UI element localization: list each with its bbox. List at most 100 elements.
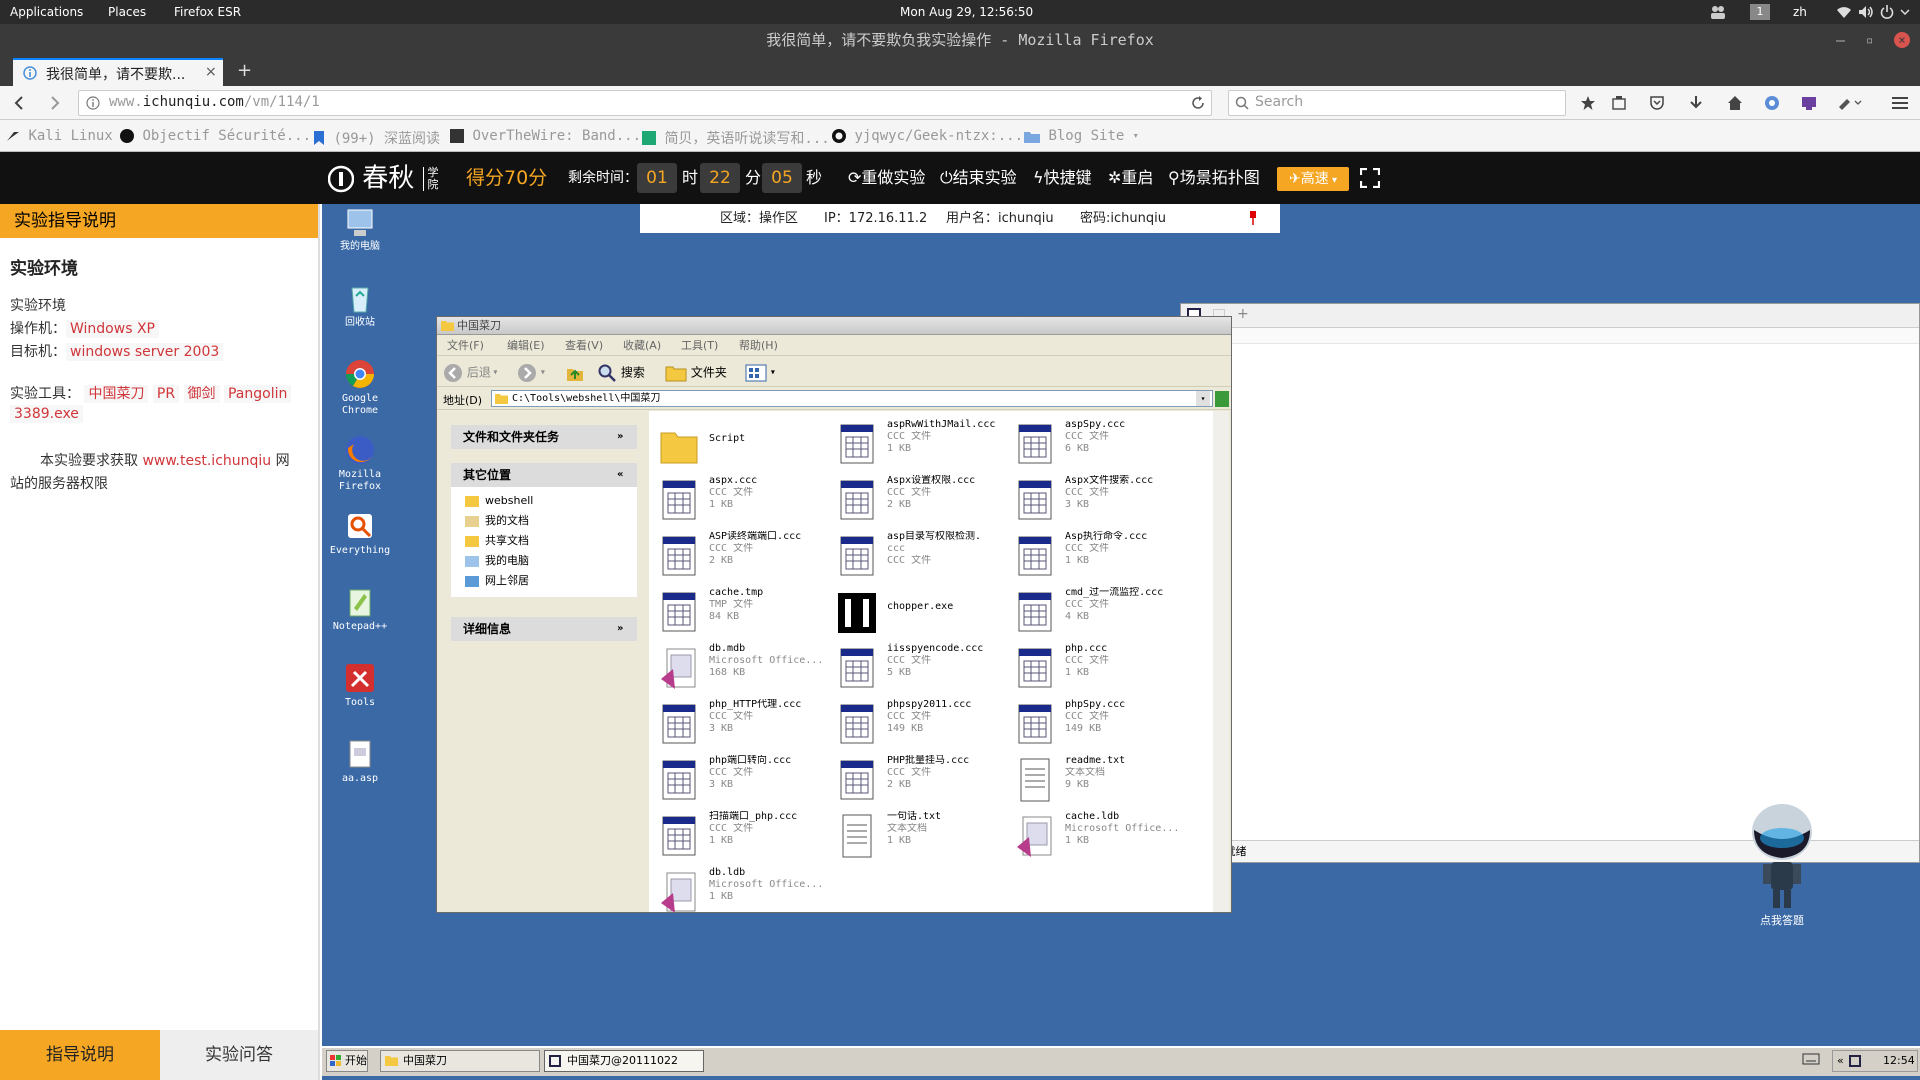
tools-desktop-icon[interactable]: Tools	[322, 662, 398, 709]
people-icon[interactable]	[1710, 5, 1726, 19]
reading-list-icon[interactable]	[1612, 96, 1626, 110]
reload-icon[interactable]	[1191, 96, 1205, 110]
pin-icon[interactable]	[1248, 211, 1258, 225]
file-tasks-header[interactable]: 文件和文件夹任务 »	[451, 425, 637, 449]
wifi-icon[interactable]	[1836, 5, 1852, 19]
workspace-indicator[interactable]: 1	[1750, 4, 1770, 20]
file-item[interactable]: cmd_过一流监控.ccc CCC 文件 4 KB	[1015, 587, 1191, 641]
menu-favorites[interactable]: 收藏(A)	[623, 336, 661, 356]
firefox-desktop-icon[interactable]: Mozilla Firefox	[322, 434, 398, 493]
menu-help[interactable]: 帮助(H)	[739, 336, 778, 356]
file-item[interactable]: 扫描端口_php.ccc CCC 文件 1 KB	[659, 811, 835, 865]
pocket-icon[interactable]	[1650, 96, 1664, 110]
chopper-tray-icon[interactable]	[1849, 1055, 1861, 1067]
everything-desktop-icon[interactable]: Everything	[322, 510, 398, 557]
recycle-bin-desktop-icon[interactable]: 回收站	[322, 282, 398, 329]
ichunqiu-logo[interactable]: 春秋 学院	[328, 152, 439, 204]
file-item[interactable]: cache.tmp TMP 文件 84 KB	[659, 587, 835, 641]
remote-desktop[interactable]: 区域：操作区 IP：172.16.11.2 用户名：ichunqiu 密码:ic…	[322, 204, 1920, 1080]
speed-dropdown[interactable]: ✈高速 ▾	[1277, 167, 1349, 191]
tab-active[interactable]: 我很简单，请不要欺... ×	[13, 58, 223, 86]
go-arrow-icon[interactable]	[1215, 391, 1229, 407]
places-menu[interactable]: Places	[108, 0, 146, 24]
back-button[interactable]: 后退 ▾	[443, 360, 497, 385]
bookmark-objectif[interactable]: Objectif Sécurité...	[120, 128, 311, 144]
bookmark-github[interactable]: yjqwyc/Geek-ntzx:...	[832, 128, 1023, 144]
hamburger-menu-icon[interactable]	[1892, 96, 1908, 110]
chevron-down-icon[interactable]	[1900, 5, 1910, 19]
clock[interactable]: Mon Aug 29, 12:56:50	[900, 0, 1033, 24]
menu-file[interactable]: 文件(F)	[447, 336, 484, 356]
start-button[interactable]: 开始	[326, 1050, 368, 1072]
download-icon[interactable]	[1689, 96, 1703, 110]
file-item[interactable]: Asp执行命令.ccc CCC 文件 1 KB	[1015, 531, 1191, 585]
file-item[interactable]: Aspx文件搜索.ccc CCC 文件 3 KB	[1015, 475, 1191, 529]
place-shared-documents[interactable]: 共享文档	[465, 531, 637, 551]
bookmark-star-icon[interactable]	[1581, 96, 1595, 110]
chrome-desktop-icon[interactable]: Google Chrome	[322, 358, 398, 417]
search-field[interactable]: Search	[1228, 90, 1566, 116]
file-item[interactable]: PHP批量挂马.ccc CCC 文件 2 KB	[837, 755, 1013, 809]
address-field[interactable]: C:\Tools\webshell\中国菜刀 ▾	[491, 390, 1213, 407]
bookmark-deepblue[interactable]: (99+) 深蓝阅读	[313, 128, 440, 148]
file-item[interactable]: php端口转向.ccc CCC 文件 3 KB	[659, 755, 835, 809]
shortcut-button[interactable]: ϟ快捷键	[1033, 152, 1092, 204]
notepadpp-desktop-icon[interactable]: Notepad++	[322, 586, 398, 633]
tab-guide[interactable]: 指导说明	[0, 1030, 160, 1080]
forward-arrow-icon[interactable]	[46, 95, 62, 111]
end-experiment-button[interactable]: ⏻结束实验	[940, 152, 1017, 204]
explorer-window[interactable]: 中国菜刀 文件(F) 编辑(E) 查看(V) 收藏(A) 工具(T) 帮助(H)…	[436, 316, 1232, 913]
answer-assistant[interactable]: 点我答题	[1722, 800, 1842, 928]
place-my-documents[interactable]: 我的文档	[465, 511, 637, 531]
restart-button[interactable]: ✲重启	[1108, 152, 1153, 204]
keyboard-icon[interactable]	[1802, 1052, 1820, 1066]
taskbar-chopper[interactable]: 中国菜刀@20111022	[544, 1050, 704, 1072]
explorer-title-bar[interactable]: 中国菜刀	[437, 317, 1231, 335]
file-item[interactable]: asp目录写权限检测. ccc CCC 文件	[837, 531, 1013, 585]
vertical-scrollbar[interactable]	[1213, 411, 1229, 912]
bookmark-kali[interactable]: Kali Linux	[6, 128, 113, 144]
taskbar-clock[interactable]: 12:54	[1883, 1051, 1915, 1071]
place-webshell[interactable]: webshell	[465, 491, 637, 511]
file-item[interactable]: Aspx设置权限.ccc CCC 文件 2 KB	[837, 475, 1013, 529]
file-item[interactable]: aspSpy.ccc CCC 文件 6 KB	[1015, 419, 1191, 473]
bookmark-shanbay[interactable]: 简贝，英语听说读写和...	[642, 128, 830, 148]
menu-edit[interactable]: 编辑(E)	[507, 336, 545, 356]
topology-button[interactable]: ⚲场景拓扑图	[1168, 152, 1260, 204]
back-arrow-icon[interactable]	[12, 95, 28, 111]
tray-expand-icon[interactable]: «	[1837, 1051, 1844, 1071]
task-link[interactable]: www.test.ichunqiu	[142, 453, 271, 469]
file-item[interactable]: cache.ldb Microsoft Office... 1 KB	[1015, 811, 1191, 865]
place-network[interactable]: 网上邻居	[465, 571, 637, 591]
up-folder-button[interactable]	[565, 360, 585, 384]
file-item[interactable]: iisspyencode.ccc CCC 文件 5 KB	[837, 643, 1013, 697]
search-button[interactable]: 搜索	[597, 360, 645, 385]
chopper-window[interactable]: + 准备就绪	[1180, 303, 1920, 863]
maximize-icon[interactable]: ▫	[1866, 24, 1873, 56]
views-button[interactable]: ▾	[745, 360, 775, 385]
place-my-computer[interactable]: 我的电脑	[465, 551, 637, 571]
file-item[interactable]: php.ccc CCC 文件 1 KB	[1015, 643, 1191, 697]
file-item[interactable]: phpspy2011.ccc CCC 文件 149 KB	[837, 699, 1013, 753]
close-tab-icon[interactable]: ×	[205, 64, 217, 80]
close-window-icon[interactable]: ×	[1894, 32, 1910, 48]
fullscreen-icon[interactable]	[1360, 168, 1380, 188]
redo-experiment-button[interactable]: ⟳重做实验	[848, 152, 925, 204]
chevron-down-icon[interactable]: ▾	[1196, 391, 1210, 406]
details-header[interactable]: 详细信息 »	[451, 617, 637, 641]
folders-button[interactable]: 文件夹	[665, 360, 727, 385]
volume-icon[interactable]	[1858, 5, 1874, 19]
file-item[interactable]: 一句话.txt 文本文档 1 KB	[837, 811, 1013, 865]
file-item[interactable]: db.mdb Microsoft Office... 168 KB	[659, 643, 835, 697]
file-item[interactable]: ASP读终端端口.ccc CCC 文件 2 KB	[659, 531, 835, 585]
extension-monitor-icon[interactable]	[1801, 95, 1817, 111]
file-item[interactable]: db.ldb Microsoft Office... 1 KB	[659, 867, 835, 912]
chopper-new-tab-icon[interactable]: +	[1237, 306, 1249, 322]
bookmark-overthewire[interactable]: OverTheWire: Band...	[450, 128, 641, 144]
file-item[interactable]: aspRwWithJMail.ccc CCC 文件 1 KB	[837, 419, 1013, 473]
aa-asp-desktop-icon[interactable]: aa.asp	[322, 738, 398, 785]
new-tab-icon[interactable]: +	[237, 60, 252, 81]
url-bar[interactable]: www.ichunqiu.com/vm/114/1	[78, 90, 1212, 116]
file-item[interactable]: phpSpy.ccc CCC 文件 149 KB	[1015, 699, 1191, 753]
firefox-esr-menu[interactable]: Firefox ESR	[174, 0, 241, 24]
